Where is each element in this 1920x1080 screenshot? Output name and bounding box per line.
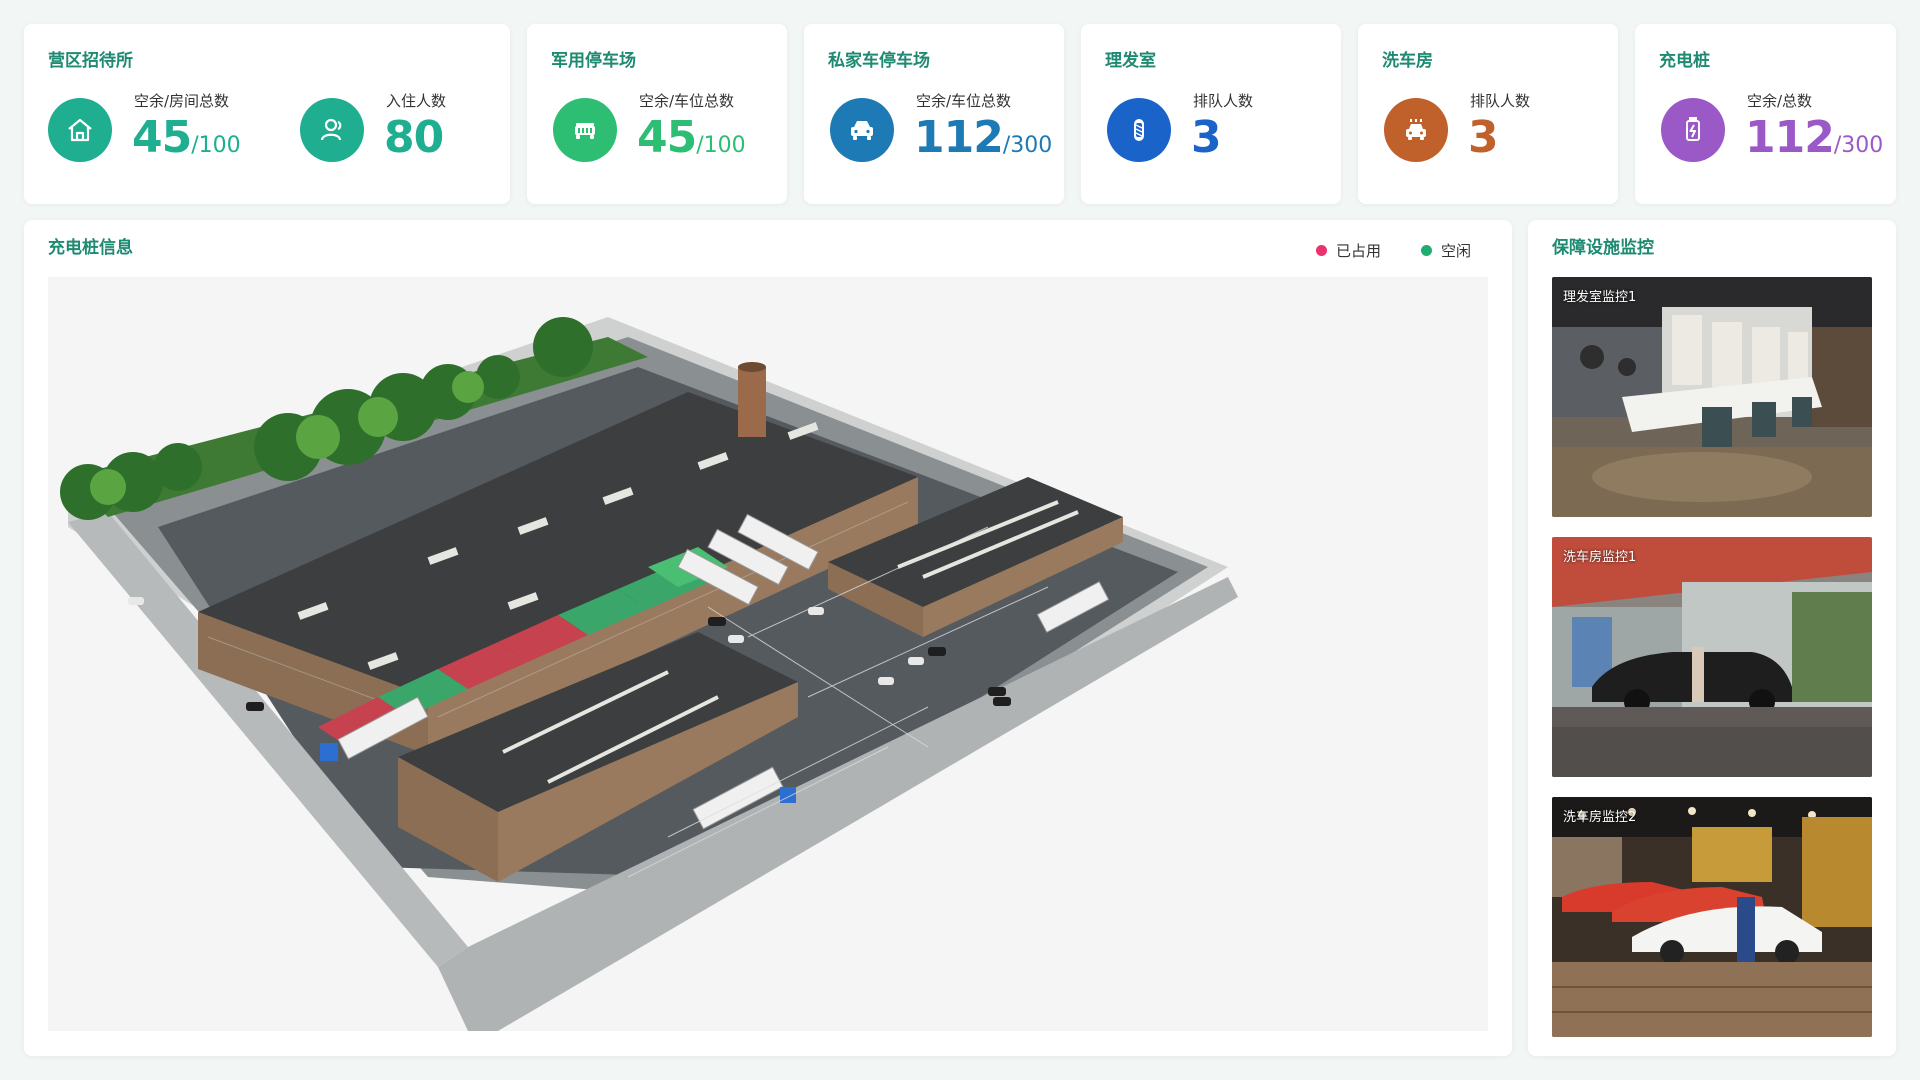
charging-card: 充电桩 空余/总数 112/300 xyxy=(1635,24,1896,204)
barber-room-image xyxy=(1552,277,1872,517)
military-parking-card: 军用停车场 空余/车位总数 45/100 xyxy=(527,24,787,204)
guesthouse-occupants-stat: 入住人数 80 xyxy=(300,90,500,170)
charging-label: 空余/总数 xyxy=(1747,92,1813,110)
guesthouse-vacancy-stat: 空余/房间总数 45/100 xyxy=(48,90,268,170)
guesthouse-occupants-number: 80 xyxy=(384,112,444,163)
guesthouse-card: 营区招待所 空余/房间总数 45/100 入住人数 80 xyxy=(24,24,510,204)
private-parking-stat: 空余/车位总数 112/300 xyxy=(830,90,1060,170)
carwash-value: 3 xyxy=(1468,116,1499,160)
military-parking-stat: 空余/车位总数 45/100 xyxy=(553,90,783,170)
camera-label-carwash-1: 洗车房监控1 xyxy=(1563,550,1637,565)
military-parking-label: 空余/车位总数 xyxy=(639,92,735,110)
private-parking-total: /300 xyxy=(1002,133,1053,158)
charging-total: /300 xyxy=(1833,133,1884,158)
guesthouse-title: 营区招待所 xyxy=(48,51,133,71)
military-parking-number: 45 xyxy=(637,112,697,163)
camera-feed-carwash-2[interactable]: 洗车房监控2 xyxy=(1552,797,1872,1037)
legend-occupied: 已占用 xyxy=(1316,240,1381,261)
carwash-room-1-image xyxy=(1552,537,1872,777)
military-parking-total: /100 xyxy=(696,133,746,158)
jeep-icon xyxy=(553,98,617,162)
parking-map-illustration xyxy=(60,317,1238,1031)
barber-card: 理发室 排队人数 3 xyxy=(1081,24,1341,204)
carwash-stat: 排队人数 3 xyxy=(1384,90,1614,170)
camera-feed-barber-1[interactable]: 理发室监控1 xyxy=(1552,277,1872,517)
occupied-dot xyxy=(1316,245,1327,256)
barber-value: 3 xyxy=(1191,116,1222,160)
battery-charging-icon xyxy=(1661,98,1725,162)
camera-feed-carwash-1[interactable]: 洗车房监控1 xyxy=(1552,537,1872,777)
guesthouse-vacancy-label: 空余/房间总数 xyxy=(134,92,230,110)
guesthouse-vacancy-number: 45 xyxy=(132,112,192,163)
legend-free: 空闲 xyxy=(1421,240,1471,261)
charging-stat: 空余/总数 112/300 xyxy=(1661,90,1891,170)
guesthouse-vacancy-total: /100 xyxy=(191,133,241,158)
free-dot xyxy=(1421,245,1432,256)
barber-pole-icon xyxy=(1107,98,1171,162)
legend-free-label: 空闲 xyxy=(1441,242,1472,260)
charging-info-title: 充电桩信息 xyxy=(48,238,133,258)
carwash-card: 洗车房 排队人数 3 xyxy=(1358,24,1618,204)
private-parking-label: 空余/车位总数 xyxy=(916,92,1012,110)
private-parking-number: 112 xyxy=(914,112,1004,163)
private-parking-card: 私家车停车场 空余/车位总数 112/300 xyxy=(804,24,1064,204)
monitor-panel-title: 保障设施监控 xyxy=(1552,238,1654,258)
car-wash-icon xyxy=(1384,98,1448,162)
private-parking-value: 112/300 xyxy=(914,116,1052,160)
guesthouse-occupants-value: 80 xyxy=(384,116,444,160)
legend-occupied-label: 已占用 xyxy=(1336,242,1382,260)
military-parking-title: 军用停车场 xyxy=(551,51,636,71)
parking-3d-map[interactable] xyxy=(48,277,1488,1031)
guesthouse-occupants-label: 入住人数 xyxy=(386,92,447,110)
carwash-title: 洗车房 xyxy=(1382,51,1433,71)
private-parking-title: 私家车停车场 xyxy=(828,51,930,71)
carwash-room-2-image xyxy=(1552,797,1872,1037)
carwash-number: 3 xyxy=(1468,112,1499,163)
charging-number: 112 xyxy=(1745,112,1835,163)
barber-number: 3 xyxy=(1191,112,1222,163)
house-icon xyxy=(48,98,112,162)
charging-title: 充电桩 xyxy=(1659,51,1710,71)
camera-label-carwash-2: 洗车房监控2 xyxy=(1563,810,1637,825)
barber-title: 理发室 xyxy=(1105,51,1156,71)
guesthouse-vacancy-value: 45/100 xyxy=(132,116,241,160)
charging-value: 112/300 xyxy=(1745,116,1883,160)
camera-label-barber-1: 理发室监控1 xyxy=(1563,290,1637,305)
barber-stat: 排队人数 3 xyxy=(1107,90,1337,170)
carwash-label: 排队人数 xyxy=(1470,92,1531,110)
military-parking-value: 45/100 xyxy=(637,116,746,160)
person-icon xyxy=(300,98,364,162)
barber-label: 排队人数 xyxy=(1193,92,1254,110)
car-icon xyxy=(830,98,894,162)
